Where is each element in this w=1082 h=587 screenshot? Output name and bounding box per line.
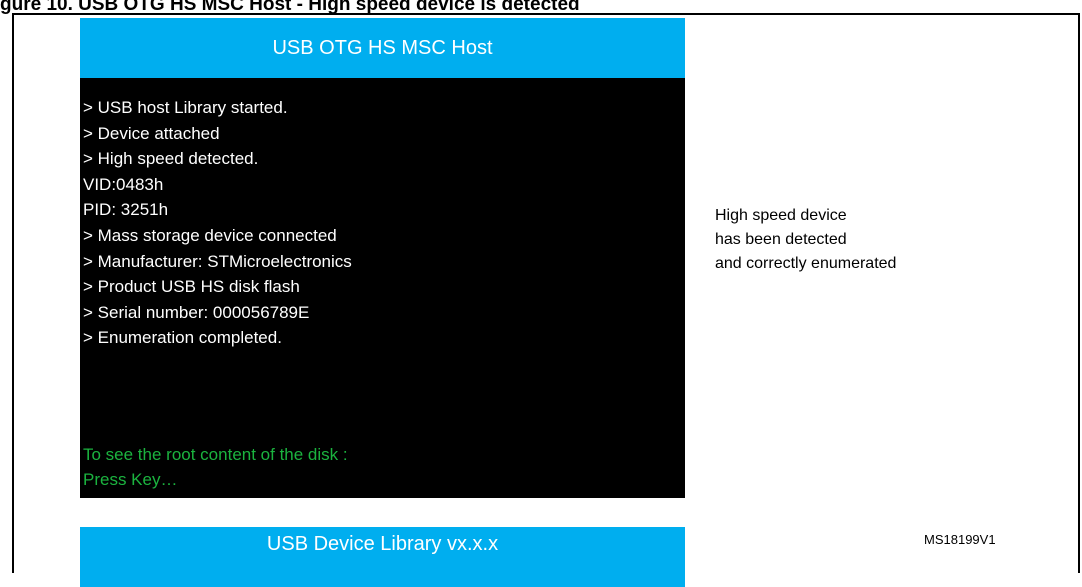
log-line: > Serial number: 000056789E — [83, 302, 310, 322]
figure-reference: MS18199V1 — [924, 532, 996, 547]
log-line: > High speed detected. — [83, 149, 259, 169]
log-line: PID: 3251h — [83, 200, 169, 220]
log-line: > Enumeration completed. — [83, 328, 282, 348]
log-line: > Manufacturer: STMicroelectronics — [83, 251, 352, 271]
annotation-line: has been detected — [715, 231, 847, 248]
log-line: > Product USB HS disk flash — [83, 277, 300, 297]
log-list: > USB host Library started. > Device att… — [83, 95, 352, 351]
log-line: > Mass storage device connected — [83, 225, 337, 245]
annotation-line: and correctly enumerated — [715, 255, 897, 272]
annotation-line: High speed device — [715, 207, 847, 224]
prompt-line: To see the root content of the disk : — [83, 445, 348, 464]
footer-label: USB Device Library vx.x.x — [266, 532, 499, 555]
log-line: > USB host Library started. — [83, 98, 288, 117]
annotation: High speed device has been detected and … — [715, 204, 896, 276]
log-line: > Device attached — [83, 123, 220, 143]
screen-footer: USB Device Library vx.x.x — [80, 527, 685, 587]
key-prompt: To see the root content of the disk : Pr… — [83, 442, 348, 492]
prompt-line: Press Key… — [83, 470, 178, 489]
screen-header: USB OTG HS MSC Host — [80, 18, 685, 78]
header-title: USB OTG HS MSC Host — [272, 36, 493, 59]
lcd-screen: > USB host Library started. > Device att… — [80, 78, 685, 498]
log-line: VID:0483h — [83, 174, 164, 194]
